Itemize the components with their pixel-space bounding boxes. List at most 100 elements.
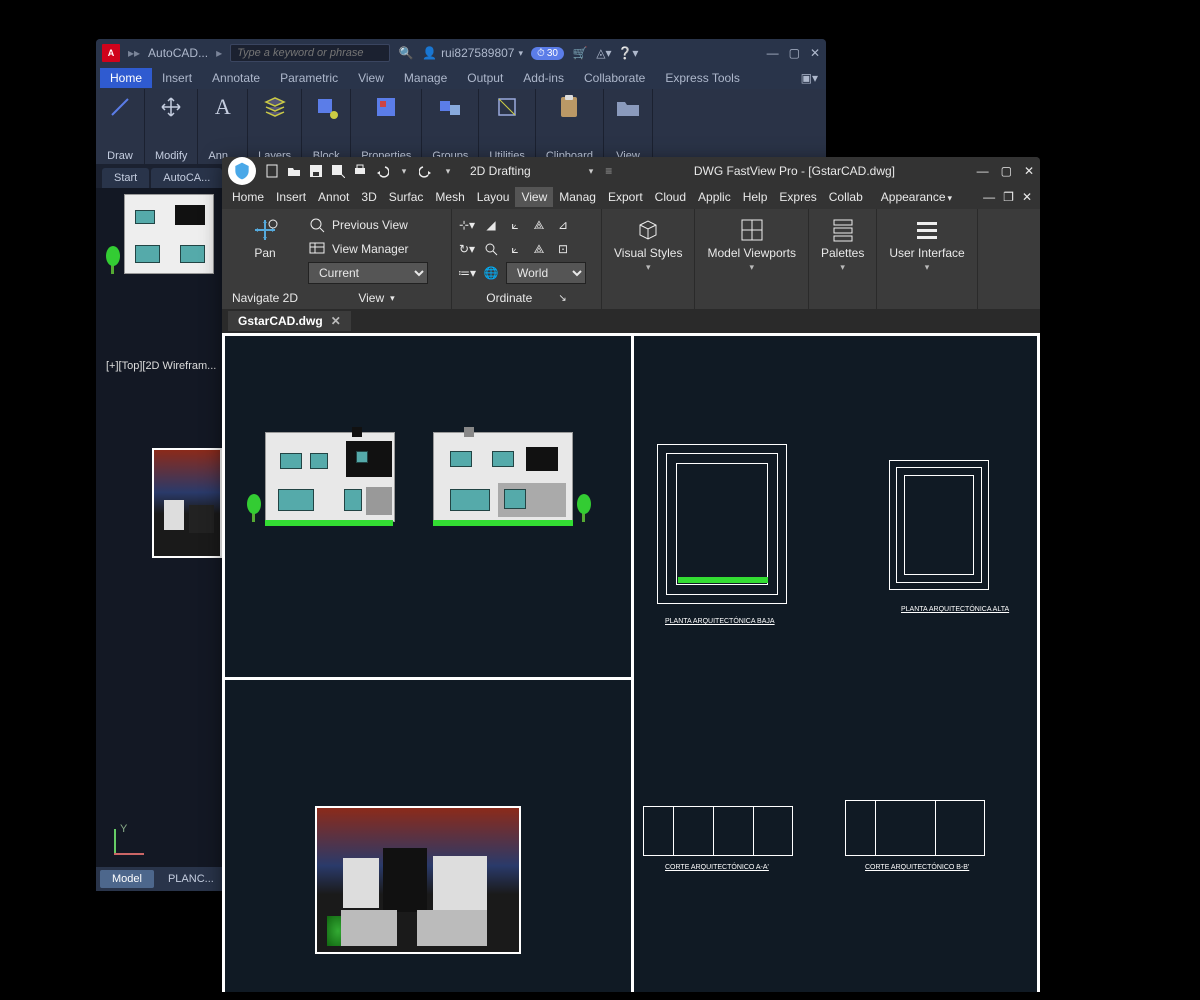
mdi-minimize-icon[interactable]: —: [983, 190, 995, 204]
ribbon-groups[interactable]: Groups: [422, 89, 479, 164]
layout-model[interactable]: Model: [100, 870, 154, 888]
tab-insert[interactable]: Insert: [270, 187, 312, 207]
save-icon[interactable]: [308, 163, 324, 179]
undo-icon[interactable]: [374, 163, 390, 179]
tab-annot[interactable]: Annot: [312, 187, 355, 207]
tab-manage[interactable]: Manage: [394, 68, 457, 88]
tab-layout[interactable]: Layou: [471, 187, 516, 207]
undo-dropdown-icon[interactable]: ▾: [396, 163, 412, 179]
fastview-titlebar[interactable]: ▾ ▾ 2D Drafting ▾ ≡ DWG FastView Pro - […: [222, 157, 1040, 185]
tab-view[interactable]: View: [348, 68, 394, 88]
panel-label-navigate[interactable]: Navigate 2D: [228, 289, 302, 307]
viewport-divider-v[interactable]: [631, 336, 634, 992]
ucs-icon-s8[interactable]: ⟁: [530, 240, 548, 258]
ribbon-utilities[interactable]: Utilities: [479, 89, 535, 164]
tab-cloud[interactable]: Cloud: [649, 187, 692, 207]
prev-view-button[interactable]: Previous View: [332, 218, 408, 232]
ui-button[interactable]: User Interface ▾: [883, 213, 970, 275]
ucs-icon-s9[interactable]: ⊡: [554, 240, 572, 258]
ucs-icon-s6[interactable]: ↻▾: [458, 240, 476, 258]
print-icon[interactable]: [352, 163, 368, 179]
view-manager-button[interactable]: View Manager: [332, 242, 409, 256]
model-viewports-button[interactable]: Model Viewports ▾: [701, 213, 802, 275]
minimize-button[interactable]: —: [977, 164, 989, 178]
close-tab-icon[interactable]: ✕: [331, 314, 341, 328]
redo-icon[interactable]: [418, 163, 434, 179]
file-tab[interactable]: GstarCAD.dwg ✕: [228, 311, 351, 331]
qat-customize-icon[interactable]: ≡: [605, 164, 612, 178]
cart-icon[interactable]: 🛒: [572, 45, 588, 61]
ribbon-view[interactable]: View: [604, 89, 653, 164]
tab-export[interactable]: Export: [602, 187, 649, 207]
tab-collab[interactable]: Collab: [823, 187, 869, 207]
tab-insert[interactable]: Insert: [152, 68, 202, 88]
tab-express[interactable]: Express Tools: [655, 68, 749, 88]
mdi-close-icon[interactable]: ✕: [1022, 190, 1032, 204]
close-button[interactable]: ✕: [1024, 164, 1034, 178]
tab-output[interactable]: Output: [457, 68, 513, 88]
maximize-button[interactable]: ▢: [1001, 164, 1012, 178]
ribbon-modify[interactable]: Modify: [145, 89, 198, 164]
view-select[interactable]: Current: [308, 262, 428, 284]
saveas-icon[interactable]: [330, 163, 346, 179]
ribbon-properties[interactable]: Properties: [351, 89, 422, 164]
layout-planc[interactable]: PLANC...: [156, 870, 226, 888]
ucs-icon-s3[interactable]: ⟀: [506, 216, 524, 234]
viewport-divider-h[interactable]: [225, 677, 631, 680]
autocad-titlebar[interactable]: A ▸▸ AutoCAD... ▸ 🔍 👤 rui827589807 ▾ ⏱ 3…: [96, 39, 826, 67]
tab-appearance[interactable]: Appearance▾: [875, 187, 958, 207]
tab-addins[interactable]: Add-ins: [513, 68, 574, 88]
ucs-icon-s4[interactable]: ⟁: [530, 216, 548, 234]
file-tab-drawing[interactable]: AutoCA...: [151, 168, 222, 188]
search-icon[interactable]: 🔍: [398, 45, 414, 61]
ribbon-annotate[interactable]: AAnn...: [198, 89, 248, 164]
zoom-prev-icon[interactable]: [308, 216, 326, 234]
ribbon-draw[interactable]: Draw: [96, 89, 145, 164]
search-input[interactable]: [230, 44, 390, 62]
mdi-restore-icon[interactable]: ❐: [1003, 190, 1014, 204]
tab-express[interactable]: Expres: [773, 187, 822, 207]
ribbon-layers[interactable]: Layers: [248, 89, 302, 164]
tab-mesh[interactable]: Mesh: [429, 187, 470, 207]
ribbon-clipboard[interactable]: Clipboard: [536, 89, 604, 164]
tab-parametric[interactable]: Parametric: [270, 68, 348, 88]
tab-applic[interactable]: Applic: [692, 187, 737, 207]
tab-manage[interactable]: Manag: [553, 187, 602, 207]
visual-styles-button[interactable]: Visual Styles ▾: [608, 213, 688, 275]
tab-surface[interactable]: Surfac: [383, 187, 430, 207]
new-icon[interactable]: [264, 163, 280, 179]
ucs-list-icon[interactable]: ≔▾: [458, 264, 476, 282]
maximize-button[interactable]: ▢: [789, 46, 800, 60]
tab-3d[interactable]: 3D: [355, 187, 382, 207]
ribbon-collapse-icon[interactable]: ▣▾: [801, 71, 818, 85]
tab-collaborate[interactable]: Collaborate: [574, 68, 655, 88]
open-icon[interactable]: [286, 163, 302, 179]
user-account[interactable]: 👤 rui827589807 ▾: [422, 46, 523, 60]
fastview-viewport[interactable]: PLANTA ARQUITECTÓNICA BAJA PLANTA ARQUIT…: [222, 333, 1040, 992]
ucs-icon-s5[interactable]: ⊿: [554, 216, 572, 234]
tab-help[interactable]: Help: [737, 187, 774, 207]
panel-label-view[interactable]: View▾: [308, 289, 445, 307]
ucs-icon-s7[interactable]: ⟀: [506, 240, 524, 258]
help-icon[interactable]: ❔▾: [620, 45, 636, 61]
search-box[interactable]: [230, 44, 390, 62]
pan-button[interactable]: Pan: [228, 213, 302, 262]
tab-home[interactable]: Home: [100, 68, 152, 88]
close-button[interactable]: ✕: [810, 46, 820, 60]
trial-badge[interactable]: ⏱ 30: [531, 47, 564, 60]
viewport-label[interactable]: [+][Top][2D Wirefram...: [106, 360, 216, 372]
tab-home[interactable]: Home: [226, 187, 270, 207]
panel-label-ordinate[interactable]: Ordinate↘: [458, 289, 595, 307]
tab-annotate[interactable]: Annotate: [202, 68, 270, 88]
app-switcher-icon[interactable]: ◬▾: [596, 45, 612, 61]
ucs-icon-s2[interactable]: ◢: [482, 216, 500, 234]
minimize-button[interactable]: —: [767, 46, 779, 60]
ucs-zoom-icon[interactable]: [482, 240, 500, 258]
ucs-icon-s1[interactable]: ⊹▾: [458, 216, 476, 234]
tab-view[interactable]: View: [515, 187, 553, 207]
view-manager-icon[interactable]: [308, 240, 326, 258]
palettes-button[interactable]: Palettes ▾: [815, 213, 870, 275]
redo-dropdown-icon[interactable]: ▾: [440, 163, 456, 179]
qat-arrow-icon[interactable]: ▸▸: [128, 46, 140, 60]
ucs-select[interactable]: World: [506, 262, 586, 284]
